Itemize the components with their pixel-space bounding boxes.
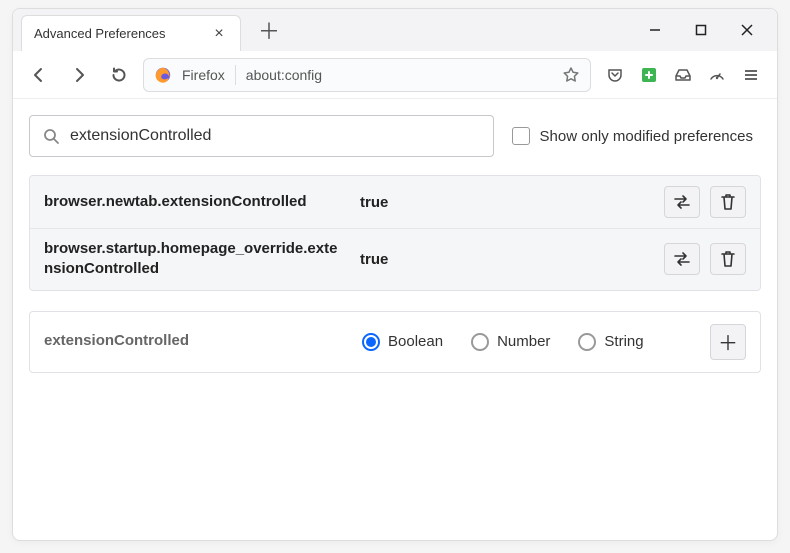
show-modified-label: Show only modified preferences: [540, 128, 753, 145]
window-controls: [641, 16, 777, 44]
delete-button[interactable]: [710, 243, 746, 275]
tab-title: Advanced Preferences: [34, 26, 200, 41]
type-radio-boolean[interactable]: Boolean: [362, 333, 443, 351]
pref-row-actions: [664, 243, 746, 275]
pref-name: browser.startup.homepage_override.extens…: [44, 239, 344, 280]
pref-value: true: [360, 194, 648, 211]
titlebar: Advanced Preferences × ＋: [13, 9, 777, 51]
show-modified-checkbox[interactable]: [512, 127, 530, 145]
pref-search-input[interactable]: [70, 127, 481, 145]
type-radio-number[interactable]: Number: [471, 333, 550, 351]
url-text: about:config: [246, 67, 552, 83]
speedometer-icon[interactable]: [707, 65, 727, 85]
search-row: Show only modified preferences: [29, 115, 761, 157]
reload-button[interactable]: [103, 59, 135, 91]
address-separator: [235, 65, 236, 85]
radio-circle-icon: [362, 333, 380, 351]
add-pref-row: extensionControlled Boolean Number Strin…: [29, 311, 761, 373]
menu-button[interactable]: [741, 65, 761, 85]
browser-window: Advanced Preferences × ＋ Firefox about:c…: [12, 8, 778, 541]
pocket-icon[interactable]: [605, 65, 625, 85]
add-pref-name: extensionControlled: [44, 331, 344, 351]
radio-circle-icon: [471, 333, 489, 351]
navbar: Firefox about:config: [13, 51, 777, 99]
bookmark-star-icon[interactable]: [562, 66, 580, 84]
close-window-button[interactable]: [733, 16, 761, 44]
pref-row[interactable]: browser.startup.homepage_override.extens…: [30, 229, 760, 290]
type-label: String: [604, 333, 643, 350]
firefox-logo-icon: [154, 66, 172, 84]
pref-row[interactable]: browser.newtab.extensionControlled true: [30, 176, 760, 229]
identity-label: Firefox: [182, 67, 225, 83]
maximize-button[interactable]: [687, 16, 715, 44]
new-tab-button[interactable]: ＋: [255, 16, 283, 44]
toggle-button[interactable]: [664, 186, 700, 218]
search-icon: [42, 127, 60, 145]
show-modified-only[interactable]: Show only modified preferences: [512, 127, 761, 145]
pref-results: browser.newtab.extensionControlled true …: [29, 175, 761, 291]
active-tab[interactable]: Advanced Preferences ×: [21, 15, 241, 51]
type-label: Number: [497, 333, 550, 350]
radio-circle-icon: [578, 333, 596, 351]
extension-icon[interactable]: [639, 65, 659, 85]
pref-value: true: [360, 251, 648, 268]
inbox-icon[interactable]: [673, 65, 693, 85]
toggle-button[interactable]: [664, 243, 700, 275]
pref-name: browser.newtab.extensionControlled: [44, 192, 344, 212]
minimize-button[interactable]: [641, 16, 669, 44]
forward-button[interactable]: [63, 59, 95, 91]
about-config-content: Show only modified preferences browser.n…: [13, 99, 777, 540]
toolbar-right: [599, 65, 767, 85]
type-radio-string[interactable]: String: [578, 333, 643, 351]
back-button[interactable]: [23, 59, 55, 91]
address-bar[interactable]: Firefox about:config: [143, 58, 591, 92]
pref-search-box[interactable]: [29, 115, 494, 157]
delete-button[interactable]: [710, 186, 746, 218]
pref-row-actions: [664, 186, 746, 218]
add-pref-button[interactable]: ＋: [710, 324, 746, 360]
type-label: Boolean: [388, 333, 443, 350]
tab-close-button[interactable]: ×: [210, 25, 228, 43]
type-radios: Boolean Number String: [362, 333, 692, 351]
